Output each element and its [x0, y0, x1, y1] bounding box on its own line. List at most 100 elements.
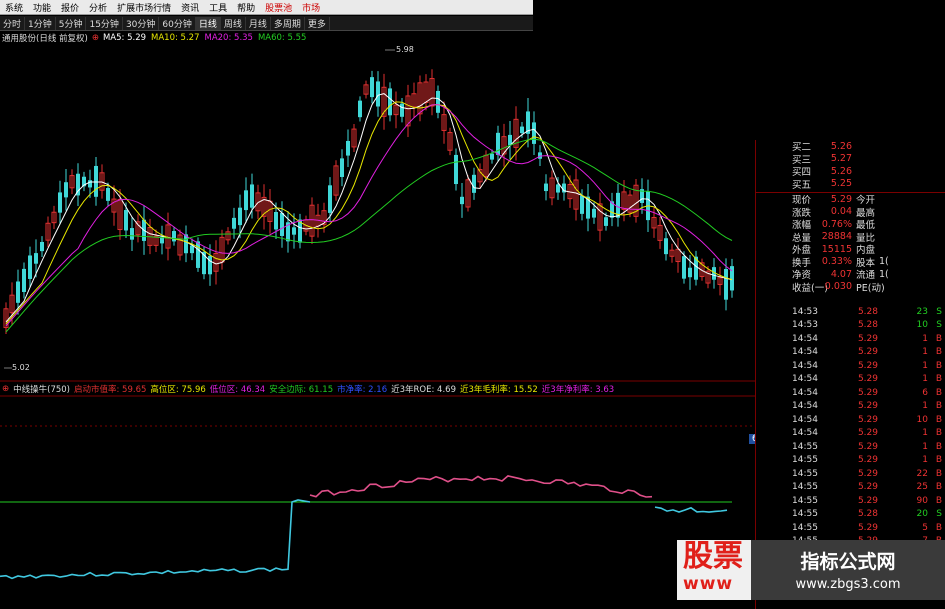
tick-volume: 10	[916, 320, 928, 331]
tick-price: 5.29	[857, 455, 878, 466]
tick-row: 14:53 5.28 23 S	[792, 305, 945, 319]
quote-value: 5.26	[830, 140, 852, 152]
tick-flag: B	[935, 522, 942, 533]
menu-item-1[interactable]: 功能	[28, 1, 56, 14]
tick-row: 14:54 5.29 1 B	[792, 346, 945, 360]
tick-flag: B	[935, 333, 942, 344]
tick-time: 14:53	[792, 306, 818, 317]
indicator-value-3: 安全边际: 61.15	[269, 385, 334, 395]
quote-label: 收益(一)	[792, 282, 828, 294]
menu-item-9[interactable]: 市场	[297, 1, 325, 14]
tick-time: 14:54	[792, 428, 818, 439]
tick-volume: 5	[922, 522, 928, 533]
tick-flag: B	[935, 360, 942, 371]
period-toolbar: 分时 1分钟 5分钟 15分钟 30分钟 60分钟 日线 周线 月线 多周期 更多	[0, 16, 533, 31]
tick-time: 14:54	[792, 414, 818, 425]
ma-legend-3: MA60: 5.55	[257, 33, 307, 43]
indicator-chart[interactable]	[0, 382, 755, 609]
menu-item-5[interactable]: 资讯	[176, 1, 204, 14]
tick-volume: 90	[916, 495, 928, 506]
arrow-icon: ⊕	[91, 33, 99, 43]
menu-bar: 系统 功能 报价 分析 扩展市场行情 资讯 工具 帮助 股票池 市场	[0, 0, 533, 15]
tick-row: 14:55 5.29 25 B	[792, 481, 945, 495]
quote-row: 收益(一) 0.030 PE(动)	[756, 281, 945, 294]
tick-row: 14:55 5.29 5 B	[792, 521, 945, 535]
tick-volume: 1	[922, 455, 928, 466]
tick-flag: B	[935, 482, 942, 493]
indicator-value-7: 近3年净利率: 3.63	[541, 385, 615, 395]
menu-item-6[interactable]: 工具	[204, 1, 232, 14]
moving-average-lines	[5, 93, 733, 333]
indicator-name: 中线操牛(750)	[13, 385, 70, 395]
tick-row: 14:55 5.28 20 S	[792, 508, 945, 522]
quote-row: 涨幅 0.76% 最低	[756, 218, 945, 232]
menu-item-3[interactable]: 分析	[84, 1, 112, 14]
period-tab-6[interactable]: 日线	[195, 16, 221, 30]
indicator-line-tail	[654, 506, 728, 513]
tick-flag: B	[935, 414, 942, 425]
site-name: 指标公式网	[800, 551, 896, 573]
period-tab-1[interactable]: 1分钟	[25, 16, 56, 30]
tick-price: 5.29	[857, 414, 878, 425]
period-tab-4[interactable]: 30分钟	[123, 16, 160, 30]
tick-flag: B	[935, 347, 942, 358]
quote-value: 0.76%	[821, 218, 852, 230]
indicator-value-0: 启动市值率: 59.65	[73, 385, 147, 395]
tick-volume: 22	[916, 468, 928, 479]
quote-value: 0.030	[824, 281, 852, 293]
period-tab-2[interactable]: 5分钟	[56, 16, 87, 30]
period-tab-5[interactable]: 60分钟	[159, 16, 196, 30]
quote-value: 0.04	[830, 206, 852, 218]
ma-line-3	[5, 138, 733, 333]
tick-row: 14:54 5.29 1 B	[792, 427, 945, 441]
quote-row: 现价 5.29 今开	[756, 193, 945, 207]
quote-value: 28884	[821, 231, 852, 243]
indicator-value-2: 低位区: 46.34	[209, 385, 266, 395]
period-tab-8[interactable]: 月线	[246, 16, 271, 30]
tick-price: 5.29	[857, 428, 878, 439]
menu-item-2[interactable]: 报价	[56, 1, 84, 14]
menu-item-8[interactable]: 股票池	[260, 1, 297, 14]
tick-time: 14:55	[792, 495, 818, 506]
tick-volume: 20	[916, 509, 928, 520]
quote-row: 买二 5.26	[756, 140, 945, 154]
tick-price: 5.29	[857, 401, 878, 412]
tick-flag: S	[936, 320, 942, 331]
period-tab-9[interactable]: 多周期	[271, 16, 305, 30]
tick-volume: 23	[916, 306, 928, 317]
tick-time: 14:55	[792, 468, 818, 479]
watermark-site: 指标公式网 www.zbgs3.com	[751, 540, 945, 600]
stock-name: 通用股份(日线 前复权)	[2, 34, 88, 44]
ma-legend-0: MA5: 5.29	[102, 33, 147, 43]
tick-time: 14:54	[792, 374, 818, 385]
quote-value-2: 1(	[879, 256, 889, 268]
tick-flag: B	[935, 441, 942, 452]
menu-item-7[interactable]: 帮助	[232, 1, 260, 14]
period-tab-7[interactable]: 周线	[221, 16, 246, 30]
quote-row: 总量 28884 量比	[756, 231, 945, 244]
quote-row: 净资 4.07 流通 1(	[756, 268, 945, 282]
menu-item-0[interactable]: 系统	[0, 1, 28, 14]
period-tab-0[interactable]: 分时	[0, 16, 26, 30]
tick-row: 14:54 5.29 10 B	[792, 413, 945, 427]
period-tab-3[interactable]: 15分钟	[86, 16, 123, 30]
menu-item-4[interactable]: 扩展市场行情	[112, 1, 176, 14]
kline-chart[interactable]: 5.98 5.02	[0, 32, 755, 382]
tick-price: 5.29	[857, 482, 878, 493]
quote-value: 15115	[821, 243, 852, 255]
quote-label-2: PE(动)	[856, 282, 885, 294]
quote-label: 买五	[792, 179, 812, 191]
tick-volume: 25	[916, 482, 928, 493]
tick-row: 14:55 5.29 1 B	[792, 440, 945, 454]
tick-row: 14:53 5.28 10 S	[792, 319, 945, 333]
tick-time: 14:54	[792, 333, 818, 344]
settings-icon[interactable]: ⊕	[2, 384, 9, 394]
indicator-line-high	[309, 475, 653, 498]
period-tab-10[interactable]: 更多	[305, 16, 330, 30]
tick-volume: 1	[922, 441, 928, 452]
quote-value: 4.07	[830, 268, 852, 280]
high-price-mark: 5.98	[396, 45, 414, 54]
quote-value-2: 1(	[879, 268, 889, 280]
tick-volume: 1	[922, 428, 928, 439]
tick-time: 14:54	[792, 387, 818, 398]
